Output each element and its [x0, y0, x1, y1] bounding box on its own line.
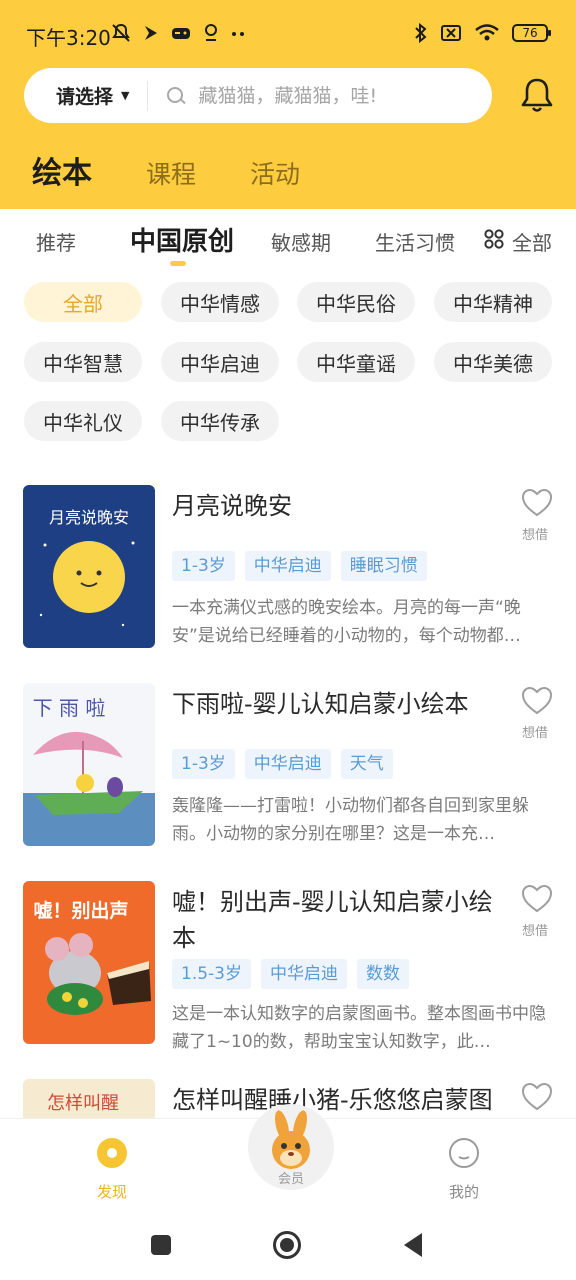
tag-category: 中华启迪	[244, 749, 331, 779]
subtab-all-label[interactable]: 全部	[512, 227, 552, 256]
wifi-icon	[475, 24, 499, 41]
book-title: 下雨啦-婴儿认知启蒙小绘本	[172, 690, 469, 718]
nav-mine[interactable]: 我的	[424, 1137, 504, 1202]
bluetooth-icon	[415, 22, 427, 44]
chip-chinese-folk[interactable]: 中华民俗	[297, 282, 415, 322]
search-bar: 请选择 ▼	[24, 68, 492, 123]
book-tags: 1.5-3岁 中华启迪 数数	[172, 959, 409, 989]
nav-discover[interactable]: 发现	[72, 1137, 152, 1202]
tag-age: 1-3岁	[172, 749, 235, 779]
heart-icon[interactable]	[521, 884, 553, 914]
book-list: 月亮说晚安 月亮说晚安 1-3岁 中华启迪 睡眠习惯 一本充满仪式感的晚安绘本。…	[0, 470, 576, 1118]
book-description: 这是一本认知数字的启蒙图画书。整本图画书中隐藏了1~10的数，帮助宝宝认知数字，…	[172, 1004, 546, 1052]
book-cover-image: 下 雨 啦	[23, 683, 155, 846]
want-to-borrow-label: 想借	[522, 528, 549, 543]
status-system-icons: 76	[414, 22, 551, 44]
home-icon[interactable]	[272, 1230, 302, 1260]
bell-icon[interactable]	[520, 76, 554, 114]
book-tags: 1-3岁 中华启迪 睡眠习惯	[172, 551, 427, 581]
caret-down-icon: ▼	[121, 89, 130, 102]
tag-category: 中华启迪	[261, 959, 347, 989]
chip-chinese-heritage[interactable]: 中华传承	[161, 401, 279, 441]
subtab-chinese-original[interactable]: 中国原创	[130, 221, 234, 258]
cover-title-text: 怎样叫醒	[47, 1093, 119, 1114]
want-to-borrow-label: 想借	[522, 924, 549, 939]
tag-topic: 数数	[357, 959, 409, 989]
mute-icon	[112, 23, 130, 42]
subtab-recommended[interactable]: 推荐	[36, 227, 76, 256]
heart-icon[interactable]	[521, 686, 553, 716]
nav-mine-label: 我的	[448, 1183, 479, 1201]
search-icon	[166, 86, 186, 106]
grid-icon[interactable]	[484, 229, 504, 249]
heart-icon[interactable]	[521, 488, 553, 518]
chip-chinese-virtue[interactable]: 中华美德	[434, 342, 552, 382]
sim-off-icon	[441, 25, 461, 41]
tag-topic: 睡眠习惯	[340, 551, 427, 581]
tab-picture-books[interactable]: 绘本	[32, 148, 92, 192]
app-notification-icon	[145, 26, 157, 40]
tab-activities[interactable]: 活动	[250, 155, 300, 191]
category-selector-label: 请选择	[56, 86, 114, 108]
chip-all[interactable]: 全部	[24, 282, 142, 322]
subtab-sensitive-period[interactable]: 敏感期	[271, 227, 331, 256]
want-to-borrow-label: 想借	[522, 726, 549, 741]
cover-title-text: 嘘！别出声	[33, 899, 128, 922]
nav-discover-label: 发现	[96, 1183, 127, 1201]
discover-icon	[97, 1138, 127, 1168]
chip-chinese-spirit[interactable]: 中华精神	[434, 282, 552, 322]
book-item[interactable]: 嘘！别出声 嘘！别出声-婴儿认知启蒙小绘本 1.5-3岁 中华启迪 数数 这是一…	[0, 866, 576, 1056]
book-cover-image: 嘘！别出声	[23, 881, 155, 1044]
header: 下午3:20 76 请选择 ▼ 绘本 课程 活动	[0, 0, 576, 209]
book-cover-image: 怎样叫醒	[23, 1079, 155, 1118]
book-title: 怎样叫醒睡小猪-乐悠悠启蒙图	[172, 1086, 493, 1114]
location-icon	[205, 24, 217, 41]
main-tabs: 绘本 课程 活动	[32, 148, 300, 192]
chip-chinese-wisdom[interactable]: 中华智慧	[24, 342, 142, 382]
chip-chinese-rhymes[interactable]: 中华童谣	[297, 342, 415, 382]
subtab-life-habits[interactable]: 生活习惯	[375, 227, 455, 256]
search-input[interactable]	[198, 84, 439, 107]
cover-title-text: 月亮说晚安	[49, 508, 129, 527]
nav-vip-label: 会员	[277, 1172, 304, 1187]
book-title: 嘘！别出声-婴儿认知启蒙小绘本	[172, 888, 493, 952]
tag-topic: 天气	[340, 749, 393, 779]
heart-icon[interactable]	[521, 1082, 553, 1112]
book-description: 轰隆隆——打雷啦！小动物们都各自回到家里躲雨。小动物的家分别在哪里？这是一本充…	[172, 796, 529, 844]
book-title: 月亮说晚安	[172, 492, 292, 520]
book-cover-image: 月亮说晚安	[23, 485, 155, 648]
status-bar: 下午3:20 76	[0, 0, 576, 68]
chip-chinese-etiquette[interactable]: 中华礼仪	[24, 401, 142, 441]
gamepad-icon	[172, 28, 190, 39]
recent-apps-icon[interactable]	[150, 1234, 172, 1256]
active-tab-indicator	[170, 261, 186, 266]
status-notification-icons	[110, 22, 248, 44]
tag-age: 1-3岁	[172, 551, 235, 581]
book-tags: 1-3岁 中华启迪 天气	[172, 749, 393, 779]
book-item[interactable]: 月亮说晚安 月亮说晚安 1-3岁 中华启迪 睡眠习惯 一本充满仪式感的晚安绘本。…	[0, 470, 576, 660]
status-time: 下午3:20	[26, 26, 111, 50]
tab-courses[interactable]: 课程	[146, 155, 196, 191]
tag-category: 中华启迪	[244, 551, 331, 581]
book-description: 一本充满仪式感的晚安绘本。月亮的每一声“晚安”是说给已经睡着的小动物的，每个动物…	[172, 598, 521, 646]
back-icon[interactable]	[402, 1232, 424, 1258]
battery-icon: 76	[512, 24, 551, 42]
profile-icon	[449, 1138, 479, 1168]
more-dots-icon	[232, 32, 244, 36]
chip-chinese-enlighten[interactable]: 中华启迪	[161, 342, 279, 382]
cover-title-text: 下 雨 啦	[33, 696, 106, 720]
system-nav-bar	[0, 1218, 576, 1280]
category-selector[interactable]: 请选择 ▼	[24, 80, 149, 111]
book-item[interactable]: 下 雨 啦 下雨啦-婴儿认知启蒙小绘本 1-3岁 中华启迪 天气 轰隆隆——打雷…	[0, 668, 576, 858]
chip-chinese-emotion[interactable]: 中华情感	[161, 282, 279, 322]
tag-age: 1.5-3岁	[172, 959, 251, 989]
